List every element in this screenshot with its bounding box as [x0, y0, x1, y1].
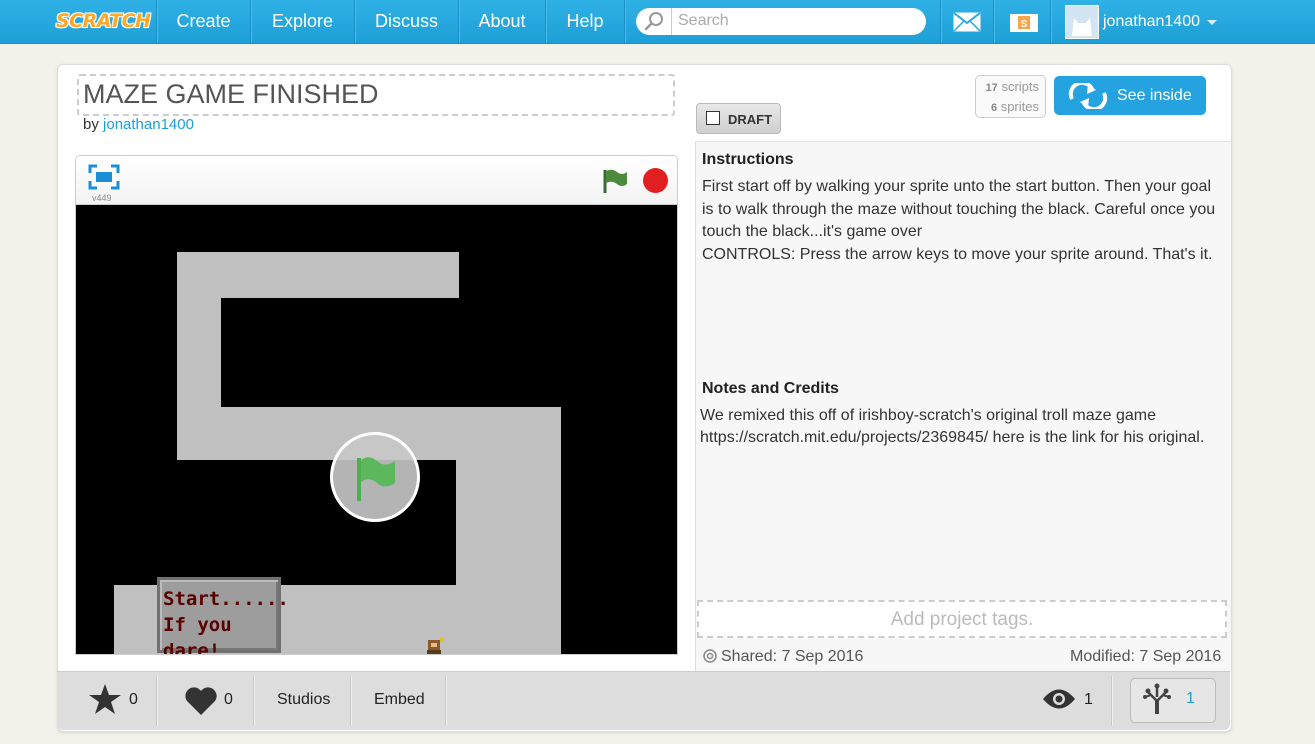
search-divider — [671, 8, 672, 35]
remix-tree-icon — [1143, 683, 1171, 714]
start-line1: Start...... — [163, 588, 289, 610]
green-flag-icon — [357, 457, 395, 501]
user-avatar-icon — [1066, 6, 1098, 38]
views-count: 1 — [1084, 691, 1093, 708]
bar-divider — [350, 676, 351, 726]
chevron-down-icon[interactable] — [1207, 20, 1217, 25]
my-stuff-icon[interactable]: S — [1008, 10, 1040, 34]
avatar[interactable] — [1065, 5, 1099, 39]
nav-discuss[interactable]: Discuss — [355, 0, 458, 43]
fullscreen-icon[interactable] — [88, 164, 120, 190]
instructions-heading: Instructions — [702, 151, 794, 168]
notes-heading: Notes and Credits — [702, 380, 839, 397]
top-navbar: SCRATCH Create Explore Discuss About Hel… — [0, 0, 1315, 44]
nav-divider — [1050, 0, 1051, 43]
nav-about[interactable]: About — [459, 0, 545, 43]
project-player: v449 Start...... If you dare! — [75, 155, 678, 655]
heart-icon[interactable] — [184, 686, 218, 716]
eye-icon — [1043, 689, 1075, 709]
scripts-label: scripts — [1001, 79, 1039, 94]
by-label: by — [83, 116, 99, 133]
studios-button[interactable]: Studios — [277, 671, 330, 729]
bar-divider — [1111, 676, 1112, 726]
nav-create[interactable]: Create — [157, 0, 250, 43]
player-sprite — [427, 638, 443, 654]
modified-date: Modified: 7 Sep 2016 — [1070, 648, 1222, 665]
start-sprite: Start...... If you dare! — [157, 577, 289, 654]
sprites-label: sprites — [1000, 99, 1039, 114]
version-label: v449 — [92, 193, 112, 203]
draft-toggle[interactable]: DRAFT — [696, 103, 781, 134]
scripts-count: 17 — [985, 82, 998, 94]
draft-label: DRAFT — [728, 112, 773, 127]
account-username[interactable]: jonathan1400 — [1103, 0, 1200, 43]
nav-explore[interactable]: Explore — [251, 0, 354, 43]
instructions-text[interactable]: First start off by walking your sprite u… — [702, 176, 1217, 266]
sprites-stat: 6 sprites — [991, 99, 1039, 114]
nav-help[interactable]: Help — [546, 0, 624, 43]
svg-text:S: S — [1021, 19, 1028, 30]
author-link[interactable]: jonathan1400 — [103, 116, 194, 133]
remix-arrows-icon — [1068, 83, 1108, 109]
bar-divider — [253, 676, 254, 726]
nav-divider — [940, 0, 941, 43]
green-flag-icon[interactable] — [601, 168, 629, 194]
sprites-count: 6 — [990, 102, 998, 114]
loves-count: 0 — [224, 691, 233, 708]
bar-divider — [445, 676, 446, 726]
nav-divider — [993, 0, 994, 43]
byline: by jonathan1400 — [83, 116, 194, 133]
play-overlay-button[interactable] — [330, 432, 420, 522]
player-controls-bar: v449 — [76, 156, 677, 205]
add-tags-field[interactable]: Add project tags. — [697, 600, 1227, 638]
see-inside-label: See inside — [1117, 87, 1192, 104]
shared-date: Shared: 7 Sep 2016 — [703, 648, 863, 666]
stop-icon[interactable] — [643, 168, 668, 193]
messages-icon[interactable] — [953, 12, 981, 32]
project-stats: 17 scripts 6 sprites — [975, 75, 1046, 118]
bar-divider — [156, 676, 157, 726]
search-box[interactable] — [636, 8, 926, 35]
nav-divider — [624, 0, 625, 43]
project-stage[interactable]: Start...... If you dare! — [76, 205, 677, 654]
embed-button[interactable]: Embed — [374, 671, 425, 729]
shared-date-text: Shared: 7 Sep 2016 — [721, 648, 864, 665]
star-icon[interactable] — [88, 683, 122, 715]
remixes-count[interactable]: 1 — [1186, 690, 1195, 708]
scratch-logo[interactable]: SCRATCH — [56, 6, 151, 36]
notes-text[interactable]: We remixed this off of irishboy-scratch'… — [700, 405, 1220, 449]
search-input[interactable] — [678, 11, 908, 31]
scripts-stat: 17 scripts — [986, 79, 1039, 94]
search-icon — [644, 12, 663, 31]
project-title[interactable]: MAZE GAME FINISHED — [83, 79, 379, 110]
draft-checkbox[interactable] — [706, 111, 720, 125]
favorites-count: 0 — [129, 691, 138, 708]
share-icon — [703, 649, 717, 663]
start-line2: If you dare! — [163, 614, 232, 654]
see-inside-button[interactable]: See inside — [1054, 76, 1206, 115]
